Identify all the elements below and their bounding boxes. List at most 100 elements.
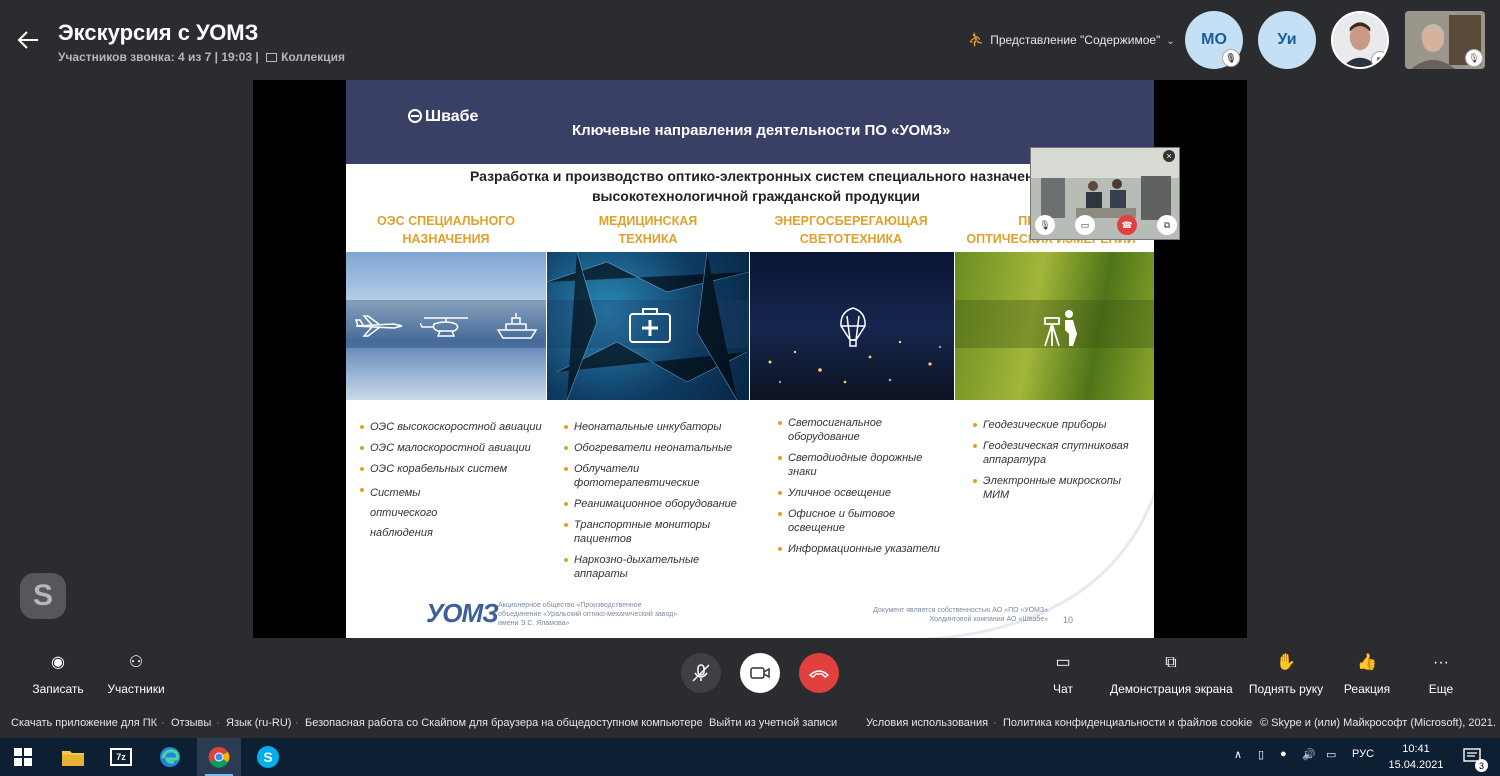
avatar-initials: Уи (1277, 31, 1297, 48)
mic-muted-icon: 🎙 (1222, 49, 1240, 67)
shvabe-logo: Швабе (408, 108, 478, 126)
participant-video-tile[interactable]: 🎙 (1405, 11, 1485, 69)
skype-logo-icon: S (20, 573, 66, 619)
list-oes: ОЭС высокоскоростной авиации ОЭС малоско… (360, 420, 542, 550)
screen-share-button[interactable]: ⧉ Демонстрация экрана (1110, 652, 1233, 696)
notifications-icon[interactable]: 3 (1460, 744, 1488, 772)
view-mode-label: Представление "Содержимое" (990, 33, 1161, 47)
panel-medical (547, 252, 749, 400)
presenter-icon: ⛹ (968, 32, 985, 47)
list-item: ОЭС малоскоростной авиации (360, 441, 542, 455)
logout-link[interactable]: Выйти из учетной записи (709, 717, 837, 729)
participant-avatar-ui[interactable]: Уи (1258, 11, 1316, 69)
chat-button[interactable]: ▭ Чат (1046, 652, 1080, 696)
first-aid-icon (629, 308, 671, 343)
list-item: Неонатальные инкубаторы (564, 420, 744, 434)
list-item: Наркозно-дыхательные аппараты (564, 553, 704, 581)
mute-mic-button[interactable] (681, 653, 721, 693)
close-icon[interactable]: × (1163, 150, 1175, 162)
participant-avatar-photo[interactable]: ⧉ (1331, 11, 1389, 69)
input-language[interactable]: РУС (1352, 748, 1374, 760)
record-button[interactable]: ◉ Записать (30, 652, 86, 696)
avatar-initials: МО (1201, 31, 1227, 48)
footer-links: Скачать приложение для ПК · Отзывы · Язы… (0, 710, 1500, 738)
participants-button[interactable]: ⚇ Участники (104, 652, 168, 696)
terms-link[interactable]: Условия использования (866, 717, 988, 729)
self-camera-button[interactable]: ▭ (1075, 215, 1095, 235)
call-subtitle: Участников звонка: 4 из 7 | 19:03 | Колл… (58, 50, 345, 64)
system-clock[interactable]: 10:41 15.04.2021 (1386, 741, 1446, 773)
hand-icon: ✋ (1276, 654, 1296, 671)
7zip-icon[interactable]: 7z (108, 744, 134, 770)
more-dots-icon: ··· (1433, 654, 1449, 671)
more-button[interactable]: ··· Еще (1424, 652, 1458, 696)
participants-info: Участников звонка: 4 из 7 | 19:03 | (58, 50, 259, 64)
subtitle-line: высокотехнологичной гражданской продукци… (591, 188, 921, 204)
participant-avatar-mo[interactable]: МО 🎙 (1185, 11, 1243, 69)
raise-hand-button[interactable]: ✋ Поднять руку (1248, 652, 1324, 696)
tray-chevron-icon[interactable]: ∧ (1234, 748, 1242, 761)
mic-muted-icon: 🎙 (1465, 49, 1483, 67)
jet-icon (354, 315, 403, 337)
collection-link[interactable]: Коллекция (281, 50, 345, 64)
clock-date: 15.04.2021 (1388, 759, 1444, 771)
subtitle-line: Разработка и производство оптико-электро… (469, 168, 1043, 184)
uomz-logo: УОМЗ (426, 598, 499, 628)
self-view-window[interactable]: × 🎙 ▭ ☎ ⧉ (1030, 147, 1180, 240)
panel-aviation (346, 252, 546, 400)
language-link[interactable]: Язык (ru-RU) (226, 717, 291, 729)
chat-icon: ▭ (1055, 654, 1071, 671)
chrome-taskbar-active[interactable] (197, 738, 241, 776)
company-name: Акционерное общество «Производственное о… (498, 602, 678, 627)
self-end-call-button[interactable]: ☎ (1117, 215, 1137, 235)
surveyor-icon (1044, 310, 1077, 347)
list-item: Транспортные мониторы пациентов (564, 518, 719, 546)
file-explorer-icon[interactable] (60, 744, 86, 770)
list-item: ОЭС высокоскоростной авиации (360, 420, 542, 434)
list-item: Обогреватели неонатальные (564, 441, 744, 455)
screen-share-icon: ⧉ (1165, 654, 1177, 671)
screen-share-icon: ⧉ (1371, 51, 1387, 67)
list-item: ОЭС корабельных систем (360, 462, 542, 476)
safe-browsing-link[interactable]: Безопасная работа со Скайпом для браузер… (305, 717, 703, 729)
network-icon[interactable]: ▭ (1326, 748, 1336, 761)
download-app-link[interactable]: Скачать приложение для ПК (11, 717, 157, 729)
camera-button[interactable] (740, 653, 780, 693)
slide-title: Ключевые направления деятельности ПО «УО… (572, 122, 951, 139)
feedback-link[interactable]: Отзывы (171, 717, 211, 729)
end-call-button[interactable] (799, 653, 839, 693)
slide-page-number: 10 (1063, 615, 1074, 625)
list-item: Системы оптического наблюдения (360, 483, 490, 543)
call-header: Экскурсия с УОМЗ Участников звонка: 4 из… (0, 0, 1500, 78)
category-oes: ОЭС СПЕЦИАЛЬНОГО НАЗНАЧЕНИЯ (377, 214, 515, 246)
windows-taskbar: 7z S ∧ ▯ ● 🔊 ▭ РУС 10:41 15.04.2021 3 (0, 738, 1500, 776)
collection-icon (266, 53, 278, 62)
chrome-icon (206, 744, 232, 770)
tray-device-icon[interactable]: ▯ (1258, 748, 1264, 761)
list-item: Реанимационное оборудование (564, 497, 744, 511)
notification-count: 3 (1475, 759, 1488, 772)
call-title: Экскурсия с УОМЗ (58, 20, 259, 45)
copyright-text: © Skype и (или) Майкрософт (Microsoft), … (1260, 717, 1496, 729)
self-popout-button[interactable]: ⧉ (1157, 215, 1177, 235)
reaction-button[interactable]: 👍 Реакция (1342, 652, 1392, 696)
list-item: Офисное и бытовое освещение (778, 507, 898, 535)
clock-time: 10:41 (1402, 743, 1430, 755)
category-lighting: ЭНЕРГОСБЕРЕГАЮЩАЯ СВЕТОТЕХНИКА (774, 214, 928, 246)
hang-up-icon (808, 670, 830, 678)
back-arrow-icon[interactable] (14, 26, 42, 54)
volume-icon[interactable]: 🔊 (1302, 748, 1316, 761)
chevron-down-icon: ⌄ (1166, 36, 1175, 47)
privacy-link[interactable]: Политика конфиденциальности и файлов coo… (1003, 717, 1252, 729)
skype-app-icon[interactable]: S (255, 744, 281, 770)
tray-onedrive-icon[interactable]: ● (1280, 748, 1287, 760)
record-icon: ◉ (51, 654, 65, 671)
lamp-icon (840, 307, 866, 347)
view-mode-dropdown[interactable]: ⛹ Представление "Содержимое" ⌄ (968, 32, 1175, 48)
windows-start-icon[interactable] (10, 744, 36, 770)
self-mic-button[interactable]: 🎙 (1035, 215, 1055, 235)
list-item: Светосигнальное оборудование (778, 416, 883, 444)
list-item: Геодезические приборы (973, 418, 1148, 432)
ship-icon (496, 313, 538, 339)
edge-browser-icon[interactable] (157, 744, 183, 770)
